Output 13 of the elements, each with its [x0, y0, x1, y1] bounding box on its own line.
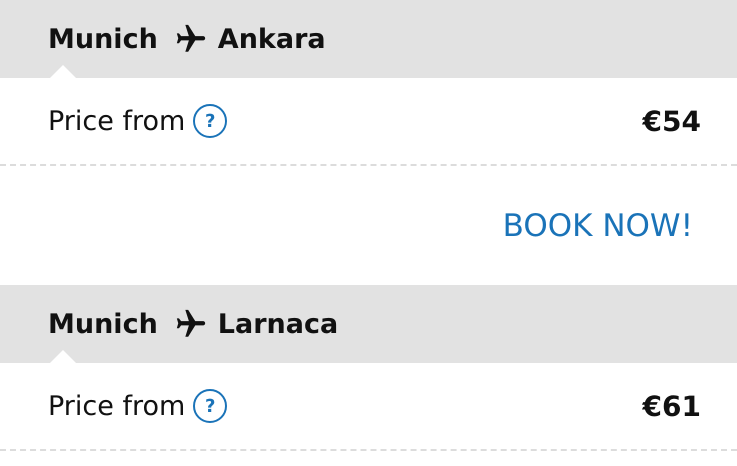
help-icon[interactable]: ? [193, 389, 228, 423]
price-value: €54 [642, 104, 701, 138]
price-value: €61 [642, 390, 701, 422]
destination-city: Larnaca [218, 308, 338, 340]
pointer-notch [50, 350, 76, 363]
destination-city: Ankara [218, 24, 326, 54]
origin-city: Munich [48, 24, 158, 54]
origin-city: Munich [48, 308, 158, 340]
help-icon[interactable]: ? [193, 104, 228, 138]
price-label: Price from [48, 390, 186, 422]
book-now-link[interactable]: BOOK NOW! [502, 208, 693, 244]
price-label: Price from [48, 106, 186, 136]
pointer-notch [50, 65, 76, 78]
